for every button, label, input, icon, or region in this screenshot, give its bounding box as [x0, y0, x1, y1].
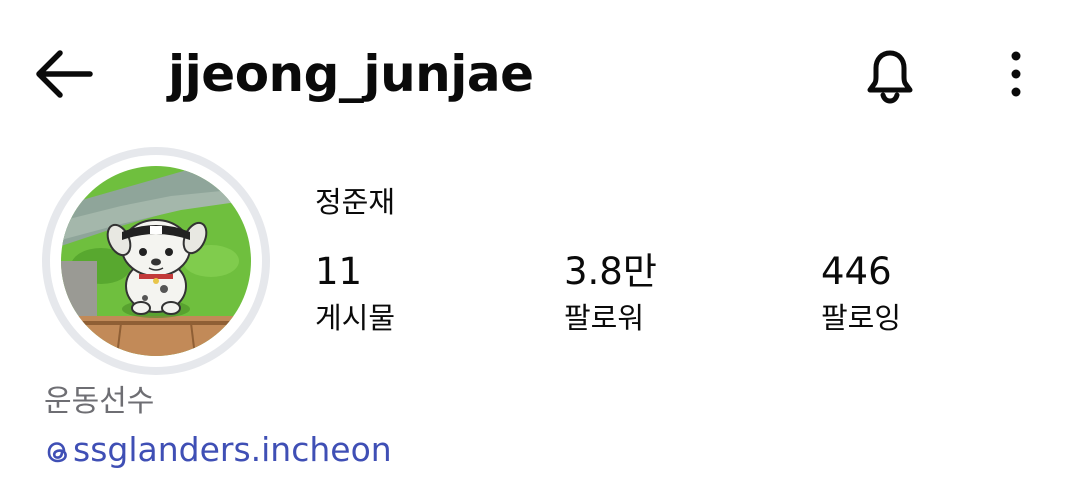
more-vertical-icon: [1011, 51, 1021, 97]
profile-category: 운동선수: [44, 384, 155, 419]
more-options-button[interactable]: [1000, 44, 1032, 104]
followers-label: 팔로워: [564, 301, 645, 335]
bell-icon: [867, 50, 913, 104]
following-count: 446: [821, 250, 892, 293]
arrow-left-icon: [36, 50, 93, 98]
threads-icon: [47, 441, 67, 462]
threads-profile-link[interactable]: ssglanders.incheon: [44, 426, 392, 474]
posts-count: 11: [315, 250, 363, 293]
avatar-image: [61, 166, 251, 356]
following-label: 팔로잉: [821, 301, 902, 335]
avatar[interactable]: [42, 147, 270, 375]
profile-full-name: 정준재: [315, 185, 396, 219]
profile-header: jjeong_junjae: [0, 0, 1080, 150]
profile-username: jjeong_junjae: [168, 45, 534, 103]
following-stat[interactable]: 446 팔로잉: [821, 248, 901, 340]
back-button[interactable]: [30, 44, 96, 104]
posts-stat[interactable]: 11 게시물: [315, 248, 395, 340]
followers-stat[interactable]: 3.8만 팔로워: [564, 248, 657, 340]
posts-label: 게시물: [315, 301, 396, 335]
notifications-button[interactable]: [856, 40, 924, 108]
followers-count: 3.8만: [564, 250, 657, 293]
threads-handle: ssglanders.incheon: [73, 430, 392, 469]
